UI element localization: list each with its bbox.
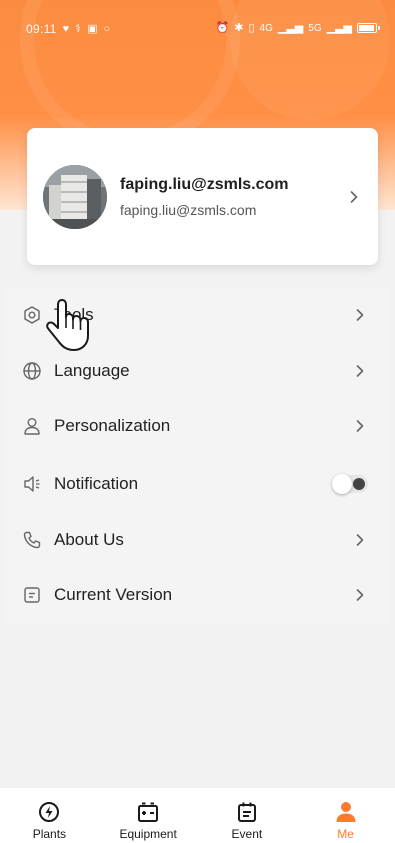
bluetooth-icon: ✱: [234, 22, 244, 34]
person-icon: [21, 415, 43, 437]
chevron-right-icon: [352, 307, 368, 323]
chevron-right-icon: [352, 587, 368, 603]
chevron-right-icon: [352, 363, 368, 379]
notification-toggle[interactable]: [332, 474, 368, 494]
menu-item-label: Language: [54, 361, 130, 380]
app-icon: ▣: [87, 23, 98, 35]
chevron-right-icon: [346, 189, 362, 205]
speaker-icon: [21, 473, 43, 495]
search-icon: ○: [103, 23, 111, 35]
network-type-label: 4G: [259, 22, 273, 34]
tab-me[interactable]: Me: [296, 788, 395, 843]
signal-icon: ▁▃▅: [277, 22, 304, 34]
status-bar: 09:11 ♥ ⚕ ▣ ○ ⏰ ✱ ▯ 4G ▁▃▅ 5G ▁▃▅: [0, 0, 395, 52]
menu-item-personalization[interactable]: Personalization: [5, 402, 390, 450]
battery-icon: [357, 23, 380, 33]
menu-item-about-us[interactable]: About Us: [5, 516, 390, 564]
person-filled-icon: [336, 802, 356, 822]
avatar[interactable]: [43, 164, 107, 229]
tab-plants[interactable]: Plants: [0, 788, 99, 843]
phone-icon: [21, 529, 43, 551]
status-time: 09:11: [26, 22, 57, 36]
tab-label: Event: [231, 827, 263, 841]
chevron-right-icon: [352, 418, 368, 434]
globe-icon: [21, 360, 43, 382]
menu-item-label: Personalization: [54, 416, 171, 435]
document-icon: [21, 584, 43, 606]
profile-email: faping.liu@zsmls.com: [120, 201, 257, 218]
hand-pointer-cursor-icon: [46, 299, 89, 351]
tab-label: Equipment: [119, 827, 177, 841]
signal-icon: ▁▃▅: [326, 22, 352, 34]
app-icon: ⚕: [75, 23, 82, 35]
menu-item-notification[interactable]: Notification: [5, 460, 390, 508]
avatar-photo-icon: [43, 164, 107, 229]
chevron-right-icon: [352, 532, 368, 548]
menu-item-label: Current Version: [54, 585, 173, 604]
battery-equipment-icon: [138, 802, 159, 822]
menu-item-label: About Us: [54, 530, 124, 549]
menu-item-label: Tools: [54, 305, 94, 324]
hexagon-settings-icon: [21, 304, 43, 326]
tab-event[interactable]: Event: [198, 788, 297, 843]
network-type-label-2: 5G: [308, 22, 322, 34]
profile-card[interactable]: faping.liu@zsmls.com faping.liu@zsmls.co…: [27, 128, 378, 265]
tab-label: Plants: [32, 827, 67, 841]
menu-item-current-version[interactable]: Current Version: [5, 571, 390, 619]
bottom-tab-bar: Plants Equipment Event Me: [0, 788, 395, 843]
heart-icon: ♥: [62, 23, 70, 35]
alarm-icon: ⏰: [215, 22, 230, 34]
plant-power-icon: [39, 802, 60, 822]
tab-label: Me: [337, 827, 354, 841]
menu-item-label: Notification: [54, 474, 139, 493]
vibrate-icon: ▯: [248, 22, 255, 34]
tab-equipment[interactable]: Equipment: [99, 788, 198, 843]
toggle-knob: [332, 474, 352, 494]
calendar-event-icon: [237, 802, 256, 822]
profile-name: faping.liu@zsmls.com: [120, 175, 289, 193]
